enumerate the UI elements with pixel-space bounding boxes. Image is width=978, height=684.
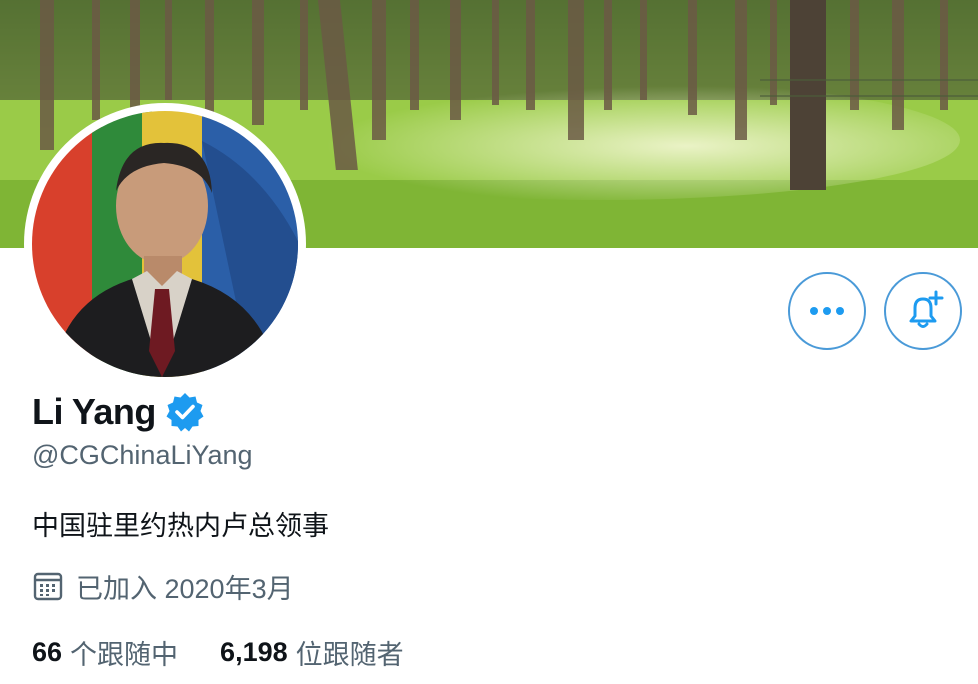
verified-badge-icon [164,391,206,433]
following-count: 66 [32,636,63,667]
avatar-image [32,111,298,377]
name-row: Li Yang [32,386,206,438]
more-dots-icon [810,307,844,315]
followers-link[interactable]: 6,198 位跟随者 [220,633,404,672]
user-handle: @CGChinaLiYang [32,440,253,470]
display-name: Li Yang [32,391,156,432]
profile-bio: 中国驻里约热内卢总领事 [32,511,329,541]
following-link[interactable]: 66 个跟随中 [32,633,178,672]
bell-plus-icon [909,290,944,328]
calendar-icon [33,572,63,601]
followers-label: 位跟随者 [295,639,404,670]
notify-button[interactable] [884,272,962,350]
followers-count: 6,198 [220,636,288,667]
follow-stats: 66 个跟随中 6,198 位跟随者 [32,632,404,672]
joined-date-row: 已加入 2020年3月 [32,566,294,606]
joined-date: 已加入 2020年3月 [76,573,294,604]
following-label: 个跟随中 [70,639,179,670]
profile-avatar[interactable] [24,103,306,385]
more-options-button[interactable] [788,272,866,350]
